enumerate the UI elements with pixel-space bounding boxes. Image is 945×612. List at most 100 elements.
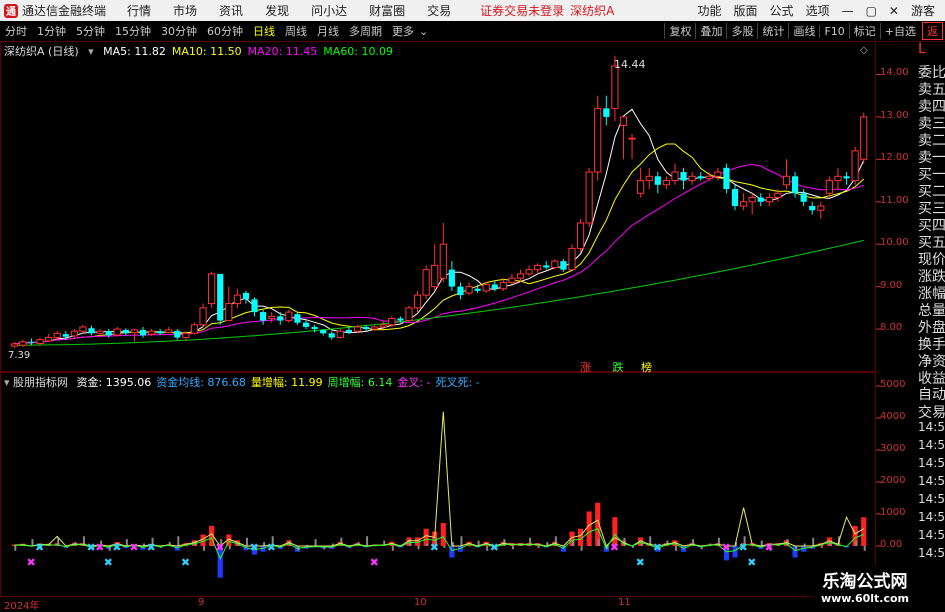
period-30min[interactable]: 30分钟 [156,23,202,39]
maximize-icon[interactable]: ▢ [860,4,883,18]
period-15min[interactable]: 15分钟 [110,23,156,39]
marker-down[interactable]: 跌 [613,361,624,374]
period-timeshare[interactable]: 分时 [0,23,32,39]
menu-layout[interactable]: 版面 [728,2,764,19]
menu-market[interactable]: 市场 [162,2,208,19]
indicator-axis-tick: 4000 [880,411,906,422]
login-notice: 证券交易未登录 [480,4,565,18]
candle-down [560,261,567,270]
menu-formula[interactable]: 公式 [764,2,800,19]
candle-down [809,206,816,211]
period-multi[interactable]: 多周期 [344,23,387,39]
back-button[interactable]: 返 [922,22,943,40]
side-panel-trade-item[interactable]: 14:56 [918,546,945,560]
btn-mark[interactable]: 标记 [848,23,880,39]
indicator-name[interactable]: 股朋指标网 [13,376,68,389]
candle-up [645,175,653,182]
ma-legend-item: MA10: 11.50 [171,45,242,58]
period-more[interactable]: 更多 [387,23,419,39]
btn-add-watchlist[interactable]: +自选 [879,23,920,39]
marker-up[interactable]: 涨 [580,361,591,374]
btn-multistock[interactable]: 多股 [726,23,757,39]
candle-up [285,311,293,322]
btn-adjust[interactable]: 复权 [664,23,695,39]
period-5min[interactable]: 5分钟 [71,23,110,39]
legend-dropdown-icon[interactable]: ▾ [88,45,94,58]
candle-up [671,171,679,182]
candle-up [688,175,696,182]
menu-quotes[interactable]: 行情 [116,2,162,19]
candle-up [336,330,344,339]
cross-marker-icon: ✖ [747,556,756,569]
stock-name-title: 深纺织A [570,4,615,18]
side-panel-trade-item[interactable]: 14:56 [918,474,945,488]
candle-up [233,294,241,305]
close-icon[interactable]: ✕ [883,4,905,18]
period-weekly[interactable]: 周线 [280,23,312,39]
ma60-line [14,239,864,346]
btn-f10[interactable]: F10 [819,24,848,38]
candle-up [130,329,138,333]
cross-marker-icon: ✖ [35,541,44,554]
candle-up [748,197,756,203]
candle-up [705,175,713,179]
btn-overlay[interactable]: 叠加 [695,23,726,39]
marker-rank[interactable]: 榜 [641,361,652,374]
period-daily[interactable]: 日线 [248,23,280,39]
chart-stock-label: 深纺织A (日线) [4,45,79,58]
menu-discover[interactable]: 发现 [254,2,300,19]
btn-stats[interactable]: 统计 [757,23,788,39]
candle-up [516,273,525,279]
candle-down [122,329,129,334]
candle-down [362,326,370,330]
dropdown-icon[interactable]: ⌄ [419,25,428,38]
indicator-dropdown-icon[interactable]: ▾ [4,376,10,389]
indicator-axis-tick: 0.00 [880,539,903,550]
period-1min[interactable]: 1分钟 [32,23,71,39]
candle-down [260,312,267,321]
cross-marker-icon: ✖ [147,541,156,554]
watermark: 乐淘公式网 www.60lt.com [812,566,918,606]
candle-up [508,277,516,283]
side-panel-trade-item[interactable]: 14:56 [918,510,945,524]
cross-marker-icon: ✖ [129,541,138,554]
side-panel-trade-item[interactable]: 14:56 [918,438,945,452]
period-monthly[interactable]: 月线 [312,23,344,39]
candle-up [10,343,18,347]
candle-up [482,284,490,292]
side-panel-trade-item[interactable]: 14:56 [918,528,945,542]
candle-up [388,317,396,326]
menu-options[interactable]: 选项 [800,2,836,19]
login-user[interactable]: 游客 [905,2,941,19]
chart-area[interactable]: ✖✖ ✖ ✖✖✖ ✖ ✖✖✖ ✖ ✖✖✖ ✖ ✖✖✖ ✖ ✖✖✖ [0,41,918,609]
minimize-icon[interactable]: — [836,4,860,18]
menu-function[interactable]: 功能 [692,2,728,19]
candle-up [371,326,379,330]
side-panel-trade-item[interactable]: 14:56 [918,420,945,434]
cross-marker-icon: ✖ [653,541,662,554]
cross-marker-icon: ✖ [95,541,104,554]
indicator-legend-item: 周增幅: 6.14 [327,376,393,389]
side-panel-trade-item[interactable]: 14:56 [918,456,945,470]
menu-news[interactable]: 资讯 [208,2,254,19]
side-panel-header[interactable]: L [918,41,945,57]
candle-up [585,171,593,224]
menu-trade[interactable]: 交易 [416,2,462,19]
side-panel-trade-item[interactable]: 交易 [918,402,945,422]
side-panel-trade-item[interactable]: 14:56 [918,492,945,506]
diamond-icon[interactable]: ◇ [860,45,868,56]
cross-marker-icon: ✖ [610,541,619,554]
cross-marker-icon: ✖ [267,541,276,554]
candle-up [576,222,585,249]
cross-marker-icon: ✖ [104,556,113,569]
candle-down [543,265,550,268]
price-axis-tick: 11.00 [880,194,909,206]
menu-wealth[interactable]: 财富圈 [358,2,416,19]
period-60min[interactable]: 60分钟 [202,23,248,39]
btn-draw[interactable]: 画线 [788,23,819,39]
candle-down [311,326,318,330]
candle-down [723,167,730,190]
cross-marker-icon: ✖ [26,556,35,569]
side-panel-trade-item[interactable]: 自动 [918,384,945,404]
menu-assistant[interactable]: 问小达 [300,2,358,19]
